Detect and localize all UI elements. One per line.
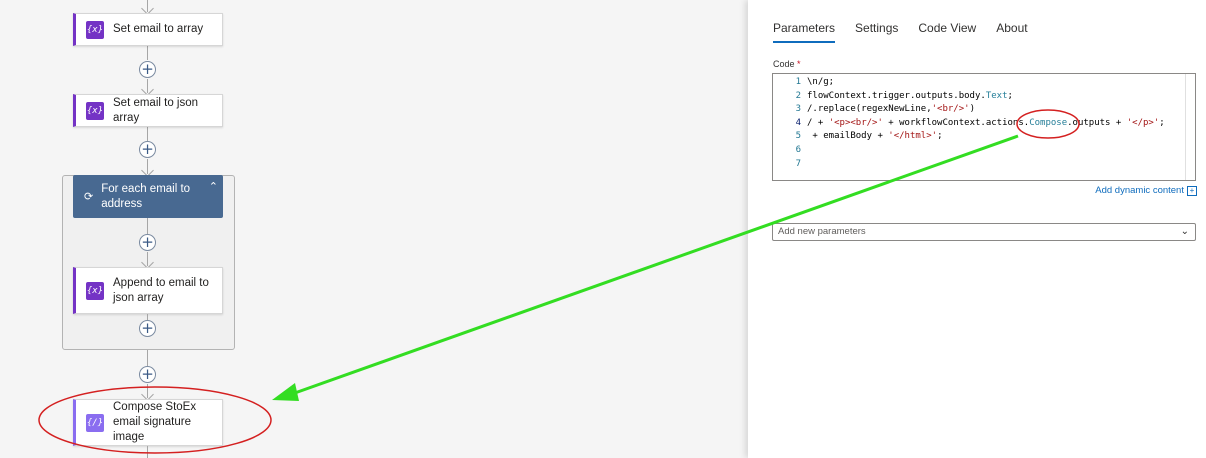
connector-line [147, 0, 148, 12]
add-params-placeholder: Add new parameters [778, 226, 866, 237]
connector-line [147, 252, 148, 266]
code-token: Compose [1029, 117, 1068, 128]
code-line: 7 [773, 158, 1183, 172]
insert-step-button[interactable]: + [139, 61, 156, 78]
code-token: flowContext.trigger.outputs.body. [807, 90, 986, 101]
code-token: '</p>' [1126, 117, 1160, 128]
foreach-label: For each email to address [101, 182, 191, 210]
code-token: \n/g; [807, 77, 835, 87]
editor-scrollbar[interactable] [1185, 74, 1195, 180]
connector-line [147, 384, 148, 398]
compose-icon: {/} [86, 413, 104, 432]
action-details-panel: Parameters Settings Code View About Code… [748, 0, 1206, 458]
code-lines: 1 \n/g; 2 flowContext.trigger.outputs.body.… [773, 76, 1183, 171]
line-number: 7 [795, 158, 801, 169]
code-line: 4 / + '<p><br/>' + workflowContext.action… [773, 117, 1183, 131]
code-token: / + [807, 117, 829, 128]
connector-line [147, 159, 148, 174]
required-mark: * [797, 59, 801, 69]
action-card-label: Set email to array [113, 23, 204, 35]
code-token: '</html>' [888, 131, 938, 142]
connector-line [147, 79, 148, 93]
action-card-label: Append to email to json array [113, 276, 209, 304]
code-token: '<p><br/>' [828, 117, 883, 128]
code-line: 6 [773, 144, 1183, 158]
insert-step-button[interactable]: + [139, 141, 156, 158]
line-number: 3 [795, 104, 801, 115]
tab-parameters[interactable]: Parameters [773, 21, 836, 43]
code-token: ) [969, 104, 975, 115]
connector-line [147, 350, 148, 366]
plus-icon: + [141, 319, 154, 337]
code-token: ; [937, 131, 943, 142]
line-number: 1 [795, 77, 801, 87]
action-card-append-to-email-to-json-array[interactable]: {x} Append to email to json array [73, 267, 223, 314]
code-field-label: Code * [773, 59, 801, 69]
code-token: + workflowContext.actions. [882, 117, 1030, 128]
connector-line [147, 126, 148, 141]
action-card-label: Compose StoEx email signature image [113, 401, 197, 443]
code-text: \n/g; [807, 76, 834, 90]
code-editor[interactable]: 1 \n/g; 2 flowContext.trigger.outputs.body.… [772, 73, 1196, 181]
connector-line [147, 46, 148, 60]
tab-code-view[interactable]: Code View [918, 21, 976, 43]
tab-settings[interactable]: Settings [855, 21, 898, 43]
tab-about[interactable]: About [996, 21, 1027, 43]
panel-tabs: Parameters Settings Code View About [773, 21, 1028, 43]
code-line: 2 flowContext.trigger.outputs.body.Text; [773, 90, 1183, 104]
line-number: 2 [795, 90, 801, 101]
code-token: '<br/>' [931, 104, 970, 115]
variable-icon: {x} [86, 281, 104, 300]
loop-icon: ⟳ [84, 190, 94, 203]
code-token: ; [1007, 90, 1013, 101]
code-token: .outputs + [1067, 117, 1127, 128]
insert-step-button[interactable]: + [139, 234, 156, 251]
action-card-label: Set email to json array [113, 96, 199, 124]
line-number: 4 [795, 117, 801, 128]
code-text: + emailBody + '</html>'; [807, 130, 942, 144]
insert-step-button[interactable]: + [139, 320, 156, 337]
code-line: 5 + emailBody + '</html>'; [773, 130, 1183, 144]
dynamic-content-label: Add dynamic content [1095, 185, 1184, 196]
code-text: / + '<p><br/>' + workflowContext.actions… [807, 117, 1165, 131]
code-token: Text [985, 90, 1008, 101]
plus-icon: + [141, 365, 154, 383]
code-text: flowContext.trigger.outputs.body.Text; [807, 90, 1013, 104]
connector-line [147, 446, 148, 458]
action-card-set-email-to-array[interactable]: {x} Set email to array [73, 13, 223, 46]
code-line: 3 /.replace(regexNewLine,'<br/>') [773, 103, 1183, 117]
line-number: 5 [795, 131, 801, 142]
code-label-text: Code [773, 59, 795, 69]
foreach-header[interactable]: ⟳ For each email to address ⌃ [73, 175, 223, 218]
chevron-up-icon[interactable]: ⌃ [209, 180, 218, 193]
code-token: + emailBody + [807, 131, 889, 142]
code-text: /.replace(regexNewLine,'<br/>') [807, 103, 975, 117]
designer-canvas: + + {x} Set email to array {x} Set email… [0, 0, 748, 458]
action-card-set-email-to-json-array[interactable]: {x} Set email to json array [73, 94, 223, 127]
code-line: 1 \n/g; [773, 76, 1183, 90]
add-dynamic-content-link[interactable]: Add dynamic content + [1095, 185, 1197, 196]
plus-icon: + [141, 60, 154, 78]
add-new-parameters-dropdown[interactable]: Add new parameters ⌄ [772, 223, 1196, 241]
variable-icon: {x} [86, 20, 104, 39]
plus-icon: + [141, 233, 154, 251]
chevron-down-icon: ⌄ [1180, 226, 1189, 237]
variable-icon: {x} [86, 101, 104, 120]
action-card-compose-stoex-email-signature-image[interactable]: {/} Compose StoEx email signature image [73, 399, 223, 446]
dynamic-content-icon: + [1187, 185, 1197, 196]
code-token: ; [1159, 117, 1165, 128]
connector-line [147, 218, 148, 234]
code-token: /.replace(regexNewLine, [807, 104, 932, 115]
plus-icon: + [141, 140, 154, 158]
insert-step-button[interactable]: + [139, 366, 156, 383]
line-number: 6 [795, 144, 801, 155]
